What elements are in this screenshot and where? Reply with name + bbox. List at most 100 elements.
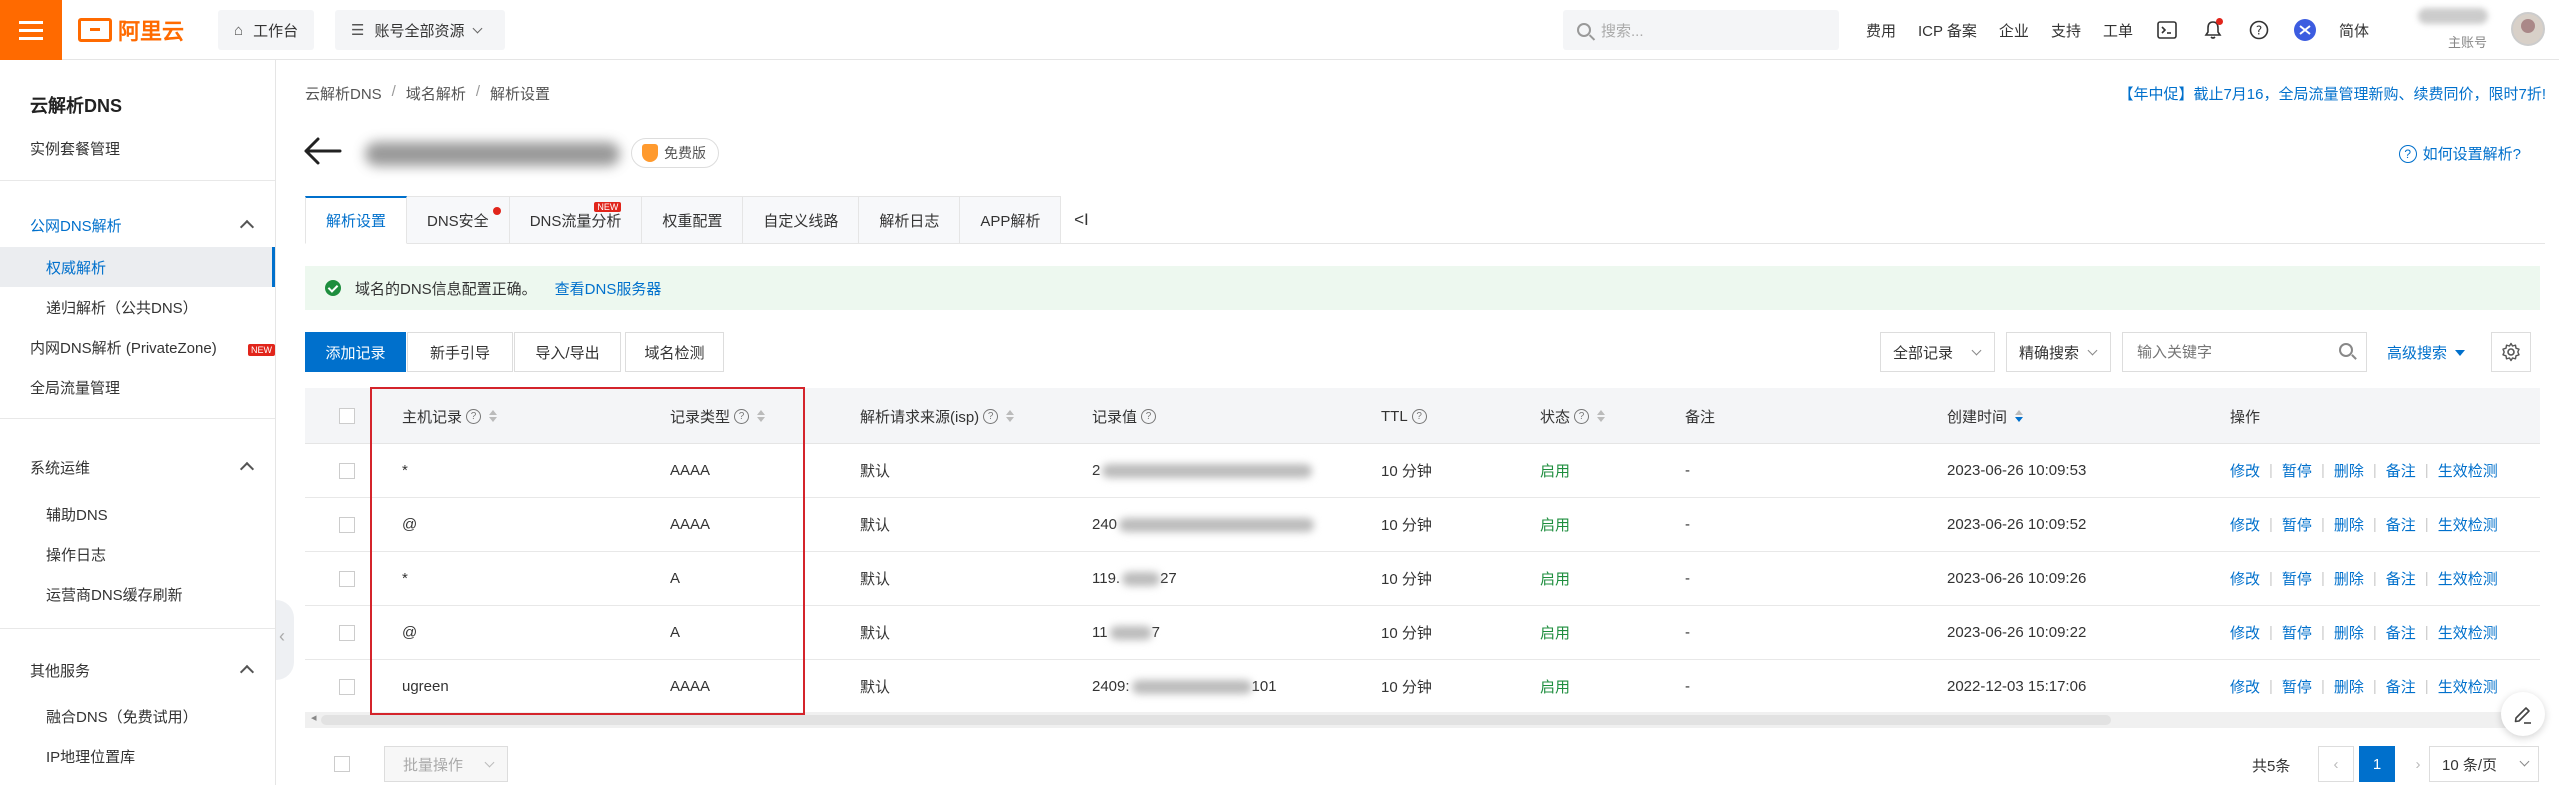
column-created[interactable]: 创建时间	[1947, 388, 2024, 444]
sidebar-item-authoritative[interactable]: 权威解析	[46, 257, 106, 278]
row-action-0[interactable]: 修改	[2230, 622, 2260, 643]
help-icon[interactable]: ?	[466, 408, 482, 424]
sidebar-group-public-dns[interactable]: 公网DNS解析	[30, 215, 122, 236]
view-dns-servers-link[interactable]: 查看DNS服务器	[555, 278, 662, 299]
row-action-3[interactable]: 备注	[2386, 568, 2416, 589]
row-action-3[interactable]: 备注	[2386, 622, 2416, 643]
tab-weight[interactable]: 权重配置	[642, 196, 744, 244]
column-host[interactable]: 主机记录 ?	[402, 388, 498, 444]
row-action-4[interactable]: 生效检测	[2438, 460, 2498, 481]
page-size-select[interactable]: 10 条/页	[2429, 746, 2539, 782]
tab-resolve-log[interactable]: 解析日志	[859, 196, 961, 244]
row-action-1[interactable]: 暂停	[2282, 622, 2312, 643]
row-action-2[interactable]: 删除	[2334, 676, 2364, 697]
row-checkbox[interactable]	[339, 624, 355, 641]
row-checkbox[interactable]	[339, 570, 355, 587]
column-isp[interactable]: 解析请求来源(isp) ?	[860, 388, 1015, 444]
row-action-4[interactable]: 生效检测	[2438, 622, 2498, 643]
sort-icon[interactable]	[1597, 410, 1606, 422]
import-export-button[interactable]: 导入/导出	[514, 332, 621, 372]
tab-collapse-icon[interactable]: <I	[1061, 196, 1101, 244]
help-icon[interactable]: ?	[983, 408, 999, 424]
prev-page-button[interactable]: ‹	[2318, 746, 2354, 782]
howto-link[interactable]: ? 如何设置解析?	[2398, 143, 2521, 164]
sidebar-item-ip-geo[interactable]: IP地理位置库	[46, 746, 135, 767]
row-checkbox[interactable]	[339, 462, 355, 479]
select-all-checkbox[interactable]	[339, 408, 355, 424]
row-action-0[interactable]: 修改	[2230, 568, 2260, 589]
domain-check-button[interactable]: 域名检测	[625, 332, 724, 372]
sidebar-item-oplog[interactable]: 操作日志	[46, 544, 106, 565]
astronaut-icon[interactable]	[2293, 18, 2317, 42]
sidebar-group-other[interactable]: 其他服务	[30, 660, 90, 681]
record-filter-select[interactable]: 全部记录	[1880, 332, 1995, 372]
page-number[interactable]: 1	[2359, 746, 2395, 782]
row-action-1[interactable]: 暂停	[2282, 514, 2312, 535]
advanced-search-toggle[interactable]: 高级搜索	[2387, 342, 2466, 363]
help-icon[interactable]: ?	[1141, 408, 1157, 424]
feedback-edit-button[interactable]	[2501, 692, 2545, 736]
search-mode-select[interactable]: 精确搜索	[2006, 332, 2111, 372]
scrollbar-thumb[interactable]	[321, 715, 2111, 725]
column-status[interactable]: 状态 ?	[1540, 388, 1606, 444]
footer-select-all-checkbox[interactable]	[334, 756, 350, 772]
keyword-input[interactable]	[2122, 332, 2367, 372]
tab-app-resolve[interactable]: APP解析	[960, 196, 1062, 244]
top-link-enterprise[interactable]: 企业	[1999, 20, 2029, 41]
search-icon[interactable]	[2339, 343, 2353, 357]
sidebar-item-privatezone[interactable]: 内网DNS解析 (PrivateZone)	[30, 337, 217, 358]
row-checkbox[interactable]	[339, 516, 355, 533]
row-action-2[interactable]: 删除	[2334, 514, 2364, 535]
global-search-input[interactable]: 搜索...	[1563, 10, 1839, 50]
row-action-3[interactable]: 备注	[2386, 460, 2416, 481]
row-action-4[interactable]: 生效检测	[2438, 568, 2498, 589]
aliyun-logo[interactable]: 阿里云	[78, 14, 184, 46]
workbench-button[interactable]: ⌂ 工作台	[218, 10, 315, 50]
sidebar-group-ops[interactable]: 系统运维	[30, 457, 90, 478]
language-switch[interactable]: 简体	[2339, 20, 2369, 41]
breadcrumb-item[interactable]: 域名解析	[406, 83, 466, 104]
tab-resolve-settings[interactable]: 解析设置	[305, 196, 408, 244]
sidebar-item-fusion-dns[interactable]: 融合DNS（免费试用）	[46, 706, 198, 727]
top-link-support[interactable]: 支持	[2051, 20, 2081, 41]
sidebar-item-isp-refresh[interactable]: 运营商DNS缓存刷新	[46, 584, 183, 605]
promo-banner[interactable]: 【年中促】截止7月16，全局流量管理新购、续费同价，限时7折!	[2118, 83, 2546, 104]
row-action-2[interactable]: 删除	[2334, 460, 2364, 481]
row-action-3[interactable]: 备注	[2386, 676, 2416, 697]
help-icon[interactable]: ?	[1574, 408, 1590, 424]
sort-icon[interactable]	[489, 410, 498, 422]
row-action-0[interactable]: 修改	[2230, 676, 2260, 697]
tab-dns-traffic[interactable]: DNS流量分析 NEW	[509, 196, 643, 244]
account-name[interactable]	[2418, 8, 2488, 24]
row-action-2[interactable]: 删除	[2334, 622, 2364, 643]
back-arrow-icon[interactable]	[302, 136, 342, 166]
row-action-1[interactable]: 暂停	[2282, 568, 2312, 589]
breadcrumb-item[interactable]: 云解析DNS	[305, 83, 382, 104]
avatar[interactable]	[2511, 12, 2545, 46]
terminal-icon[interactable]	[2155, 18, 2179, 42]
bell-icon[interactable]	[2201, 18, 2225, 42]
row-action-1[interactable]: 暂停	[2282, 460, 2312, 481]
row-action-3[interactable]: 备注	[2386, 514, 2416, 535]
top-link-billing[interactable]: 费用	[1866, 20, 1896, 41]
batch-action-select[interactable]: 批量操作	[384, 746, 508, 782]
sidebar-item-instance[interactable]: 实例套餐管理	[30, 138, 120, 159]
row-action-0[interactable]: 修改	[2230, 514, 2260, 535]
sort-icon[interactable]	[1006, 410, 1015, 422]
beginner-guide-button[interactable]: 新手引导	[407, 332, 513, 372]
top-link-ticket[interactable]: 工单	[2103, 20, 2133, 41]
menu-icon[interactable]	[0, 0, 62, 60]
tab-dns-security[interactable]: DNS安全	[407, 196, 510, 244]
chevron-up-icon[interactable]	[239, 461, 255, 477]
column-settings-button[interactable]	[2491, 332, 2531, 372]
help-icon[interactable]: ?	[2247, 18, 2271, 42]
row-action-4[interactable]: 生效检测	[2438, 514, 2498, 535]
row-action-1[interactable]: 暂停	[2282, 676, 2312, 697]
sidebar-collapse-handle[interactable]	[276, 600, 294, 680]
sort-icon[interactable]	[757, 410, 766, 422]
help-icon[interactable]: ?	[734, 408, 750, 424]
column-type[interactable]: 记录类型 ?	[670, 388, 766, 444]
row-action-0[interactable]: 修改	[2230, 460, 2260, 481]
sort-desc-icon[interactable]	[2015, 410, 2024, 422]
add-record-button[interactable]: 添加记录	[305, 332, 406, 372]
